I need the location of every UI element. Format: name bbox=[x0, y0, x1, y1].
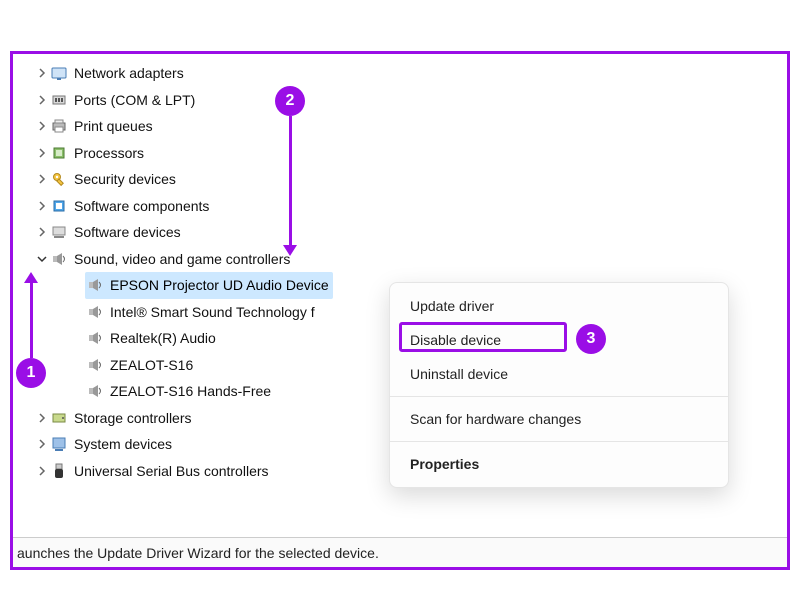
tree-item-software-devices[interactable]: Software devices bbox=[23, 219, 787, 246]
annotation-number: 2 bbox=[286, 92, 295, 110]
annotation-marker-2: 2 bbox=[275, 86, 305, 116]
annotation-number: 1 bbox=[27, 364, 36, 382]
chevron-right-icon[interactable] bbox=[35, 148, 49, 158]
speaker-icon bbox=[85, 355, 105, 375]
cpu-icon bbox=[49, 143, 69, 163]
menu-label: Update driver bbox=[410, 298, 494, 314]
tree-item-software-components[interactable]: Software components bbox=[23, 193, 787, 220]
tree-item-label: Software devices bbox=[74, 219, 181, 246]
security-icon bbox=[49, 169, 69, 189]
tree-item-label: Processors bbox=[74, 140, 144, 167]
tree-item-ports[interactable]: Ports (COM & LPT) bbox=[23, 87, 787, 114]
port-icon bbox=[49, 90, 69, 110]
annotation-arrowhead-2 bbox=[283, 245, 297, 256]
tree-item-label: Intel® Smart Sound Technology f bbox=[110, 299, 315, 326]
menu-label: Properties bbox=[410, 456, 479, 472]
tree-item-label: System devices bbox=[74, 431, 172, 458]
chevron-right-icon[interactable] bbox=[35, 121, 49, 131]
menu-disable-device[interactable]: Disable device bbox=[390, 323, 728, 357]
tree-item-label: ZEALOT-S16 bbox=[110, 352, 193, 379]
tree-item-label: EPSON Projector UD Audio Device bbox=[110, 272, 329, 299]
tree-item-label: Network adapters bbox=[74, 60, 184, 87]
chevron-right-icon[interactable] bbox=[35, 68, 49, 78]
component-icon bbox=[49, 196, 69, 216]
annotation-number: 3 bbox=[587, 330, 596, 348]
storage-icon bbox=[49, 408, 69, 428]
tree-item-label: Print queues bbox=[74, 113, 153, 140]
menu-properties[interactable]: Properties bbox=[390, 447, 728, 481]
menu-separator bbox=[390, 441, 728, 442]
software-device-icon bbox=[49, 222, 69, 242]
speaker-icon bbox=[49, 249, 69, 269]
device-context-menu[interactable]: Update driver Disable device Uninstall d… bbox=[389, 282, 729, 488]
chevron-right-icon[interactable] bbox=[35, 413, 49, 423]
chevron-right-icon[interactable] bbox=[35, 227, 49, 237]
status-text: aunches the Update Driver Wizard for the… bbox=[17, 545, 379, 561]
speaker-icon bbox=[85, 328, 105, 348]
annotation-arrow-2 bbox=[289, 116, 292, 246]
menu-label: Scan for hardware changes bbox=[410, 411, 581, 427]
tree-item-sound-video-game[interactable]: Sound, video and game controllers bbox=[23, 246, 787, 273]
menu-label: Disable device bbox=[410, 332, 501, 348]
tree-item-label: ZEALOT-S16 Hands-Free bbox=[110, 378, 271, 405]
tree-item-label: Realtek(R) Audio bbox=[110, 325, 216, 352]
chevron-down-icon[interactable] bbox=[35, 254, 49, 264]
speaker-icon bbox=[85, 381, 105, 401]
menu-update-driver[interactable]: Update driver bbox=[390, 289, 728, 323]
status-bar: aunches the Update Driver Wizard for the… bbox=[13, 537, 787, 567]
tree-item-processors[interactable]: Processors bbox=[23, 140, 787, 167]
tree-item-label: Sound, video and game controllers bbox=[74, 246, 290, 273]
tree-item-label: Security devices bbox=[74, 166, 176, 193]
network-icon bbox=[49, 63, 69, 83]
annotation-marker-3: 3 bbox=[576, 324, 606, 354]
tree-item-print-queues[interactable]: Print queues bbox=[23, 113, 787, 140]
tree-item-label: Software components bbox=[74, 193, 209, 220]
menu-uninstall-device[interactable]: Uninstall device bbox=[390, 357, 728, 391]
system-icon bbox=[49, 434, 69, 454]
printer-icon bbox=[49, 116, 69, 136]
tree-item-label: Universal Serial Bus controllers bbox=[74, 458, 269, 485]
speaker-icon bbox=[85, 275, 105, 295]
usb-icon bbox=[49, 461, 69, 481]
chevron-right-icon[interactable] bbox=[35, 466, 49, 476]
menu-scan-hardware[interactable]: Scan for hardware changes bbox=[390, 402, 728, 436]
chevron-right-icon[interactable] bbox=[35, 95, 49, 105]
speaker-icon bbox=[85, 302, 105, 322]
tree-item-label: Storage controllers bbox=[74, 405, 192, 432]
tree-item-network-adapters[interactable]: Network adapters bbox=[23, 60, 787, 87]
menu-label: Uninstall device bbox=[410, 366, 508, 382]
tree-item-security-devices[interactable]: Security devices bbox=[23, 166, 787, 193]
menu-separator bbox=[390, 396, 728, 397]
chevron-right-icon[interactable] bbox=[35, 439, 49, 449]
annotation-marker-1: 1 bbox=[16, 358, 46, 388]
tree-item-label: Ports (COM & LPT) bbox=[74, 87, 195, 114]
annotation-arrowhead-1 bbox=[24, 272, 38, 283]
chevron-right-icon[interactable] bbox=[35, 174, 49, 184]
chevron-right-icon[interactable] bbox=[35, 201, 49, 211]
annotation-arrow-1 bbox=[30, 282, 33, 358]
